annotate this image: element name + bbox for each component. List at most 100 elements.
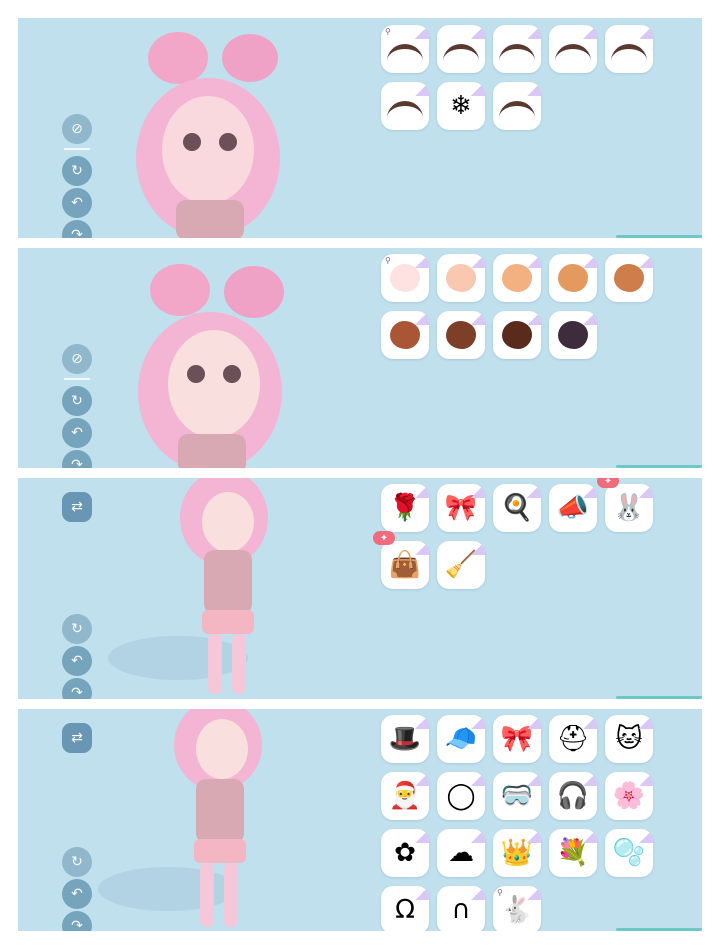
eyebrow-style-6-tile[interactable] (381, 82, 429, 130)
earmuffs-tile[interactable]: ∩ (437, 886, 485, 931)
redo-icon[interactable]: ↻ (62, 386, 92, 416)
cat-ears-icon: 🐱 (615, 724, 643, 754)
skin-tone-3-tile[interactable] (493, 254, 541, 302)
tile-corner (415, 254, 429, 268)
goggles-icon: 🥽 (500, 781, 534, 811)
tile-corner (527, 829, 541, 843)
bubble-helmet-tile[interactable]: 🫧 (605, 829, 653, 877)
eyebrow-panel: ⊘ ↻ ↶ ↷ ⚲ ❄ (18, 18, 702, 238)
tile-corner (639, 25, 653, 39)
undo-icon[interactable]: ↶ (62, 646, 92, 676)
tile-corner (527, 484, 541, 498)
search-icon: ⚲ (385, 27, 391, 36)
cloud-hood-tile[interactable]: ☁ (437, 829, 485, 877)
tile-corner (415, 484, 429, 498)
redo-icon[interactable]: ↻ (62, 614, 92, 644)
goggles-tile[interactable]: 🥽 (493, 772, 541, 820)
flower-clips-icon: ✿ (394, 838, 416, 868)
eyebrow-style-8-icon (499, 100, 535, 118)
tile-corner (527, 772, 541, 786)
eyebrow-style-1-tile[interactable]: ⚲ (381, 25, 429, 73)
white-headband-tile[interactable]: Ω (381, 886, 429, 931)
frying-pan-tile[interactable]: 🍳 (493, 484, 541, 532)
goggles-helmet-tile[interactable]: ⛑ (549, 715, 597, 763)
tile-corner (583, 484, 597, 498)
cat-ears-tile[interactable]: 🐱 (605, 715, 653, 763)
redo-icon[interactable]: ↻ (62, 156, 92, 186)
skin-tone-5-tile[interactable] (605, 254, 653, 302)
snowflake-icon: ❄ (450, 91, 472, 121)
tile-corner (471, 829, 485, 843)
pink-clips-icon: 🌸 (612, 781, 646, 811)
snowflake-tile[interactable]: ❄ (437, 82, 485, 130)
megaphone-icon: 📣 (556, 493, 590, 523)
tile-corner (471, 772, 485, 786)
undo-icon[interactable]: ↶ (62, 879, 92, 909)
undo-icon[interactable]: ↶ (62, 188, 92, 218)
tile-corner (583, 311, 597, 325)
bubble-helmet-icon: 🫧 (612, 838, 646, 868)
tile-corner (471, 715, 485, 729)
tile-corner (471, 886, 485, 900)
lace-item-tile[interactable]: 🎀 (437, 484, 485, 532)
eyebrow-style-5-tile[interactable] (605, 25, 653, 73)
purple-bag-tile[interactable]: ✦ 👜 (373, 531, 429, 589)
bunny-ears-icon: 🐇 (500, 895, 534, 925)
white-fedora-tile[interactable]: 🎩 (381, 715, 429, 763)
megaphone-tile[interactable]: 📣 (549, 484, 597, 532)
eyebrow-grid: ⚲ ❄ (381, 25, 653, 130)
halo-tile[interactable]: ◯ (437, 772, 485, 820)
tile-corner (471, 541, 485, 555)
lace-item-icon: 🎀 (444, 493, 478, 523)
bunny-ears-tile[interactable]: ⚲ 🐇 (493, 886, 541, 931)
bow-tile[interactable]: 🎀 (493, 715, 541, 763)
purple-bag-icon: 👜 (388, 550, 422, 580)
flower-clips-tile[interactable]: ✿ (381, 829, 429, 877)
santa-hat-tile[interactable]: 🎅 (381, 772, 429, 820)
skin-tone-4-tile[interactable] (549, 254, 597, 302)
tile-corner (639, 829, 653, 843)
broom-icon: 🧹 (444, 550, 478, 580)
skin-tone-4-icon (558, 264, 588, 292)
eyebrow-style-6-icon (387, 100, 423, 118)
eyebrow-style-2-tile[interactable] (437, 25, 485, 73)
hide-icon[interactable]: ⊘ (62, 344, 92, 374)
skin-tone-9-tile[interactable] (549, 311, 597, 359)
tile-corner (415, 541, 429, 555)
princess-headdress-tile[interactable]: 👑 (493, 829, 541, 877)
eyebrow-style-4-tile[interactable] (549, 25, 597, 73)
skin-tone-6-tile[interactable] (381, 311, 429, 359)
hand-item-panel: ⇄ ↻ ↶ ↷ 🌹 🎀 🍳 📣 ✦ 🐰 ✦ 👜 🧹 (18, 478, 702, 699)
broom-tile[interactable]: 🧹 (437, 541, 485, 589)
new-badge-icon: ✦ (597, 478, 619, 488)
eyebrow-style-5-icon (611, 43, 647, 61)
skin-tone-1-icon (390, 264, 420, 292)
flower-crown-tile[interactable]: 💐 (549, 829, 597, 877)
bow-icon: 🎀 (500, 724, 534, 754)
white-fedora-icon: 🎩 (388, 724, 422, 754)
skin-tone-8-icon (502, 321, 532, 349)
outfit-icon[interactable]: ⇄ (62, 723, 92, 753)
eyebrow-style-8-tile[interactable] (493, 82, 541, 130)
princess-headdress-icon: 👑 (500, 838, 534, 868)
cloud-hood-icon: ☁ (448, 838, 474, 868)
skin-tone-2-tile[interactable] (437, 254, 485, 302)
rose-item-tile[interactable]: 🌹 (381, 484, 429, 532)
tile-corner (415, 772, 429, 786)
outfit-icon[interactable]: ⇄ (62, 492, 92, 522)
undo-icon[interactable]: ↶ (62, 418, 92, 448)
skin-tone-7-tile[interactable] (437, 311, 485, 359)
goggles-helmet-icon: ⛑ (556, 724, 590, 754)
hide-icon[interactable]: ⊘ (62, 114, 92, 144)
rose-item-icon: 🌹 (388, 493, 422, 523)
skin-tone-2-icon (446, 264, 476, 292)
pink-clips-tile[interactable]: 🌸 (605, 772, 653, 820)
black-cap-tile[interactable]: 🧢 (437, 715, 485, 763)
skin-tone-8-tile[interactable] (493, 311, 541, 359)
tile-corner (415, 886, 429, 900)
eyebrow-style-3-tile[interactable] (493, 25, 541, 73)
bunny-plush-tile[interactable]: ✦ 🐰 (597, 478, 653, 532)
headphones-tile[interactable]: 🎧 (549, 772, 597, 820)
skin-tone-1-tile[interactable]: ⚲ (381, 254, 429, 302)
redo-icon[interactable]: ↻ (62, 847, 92, 877)
